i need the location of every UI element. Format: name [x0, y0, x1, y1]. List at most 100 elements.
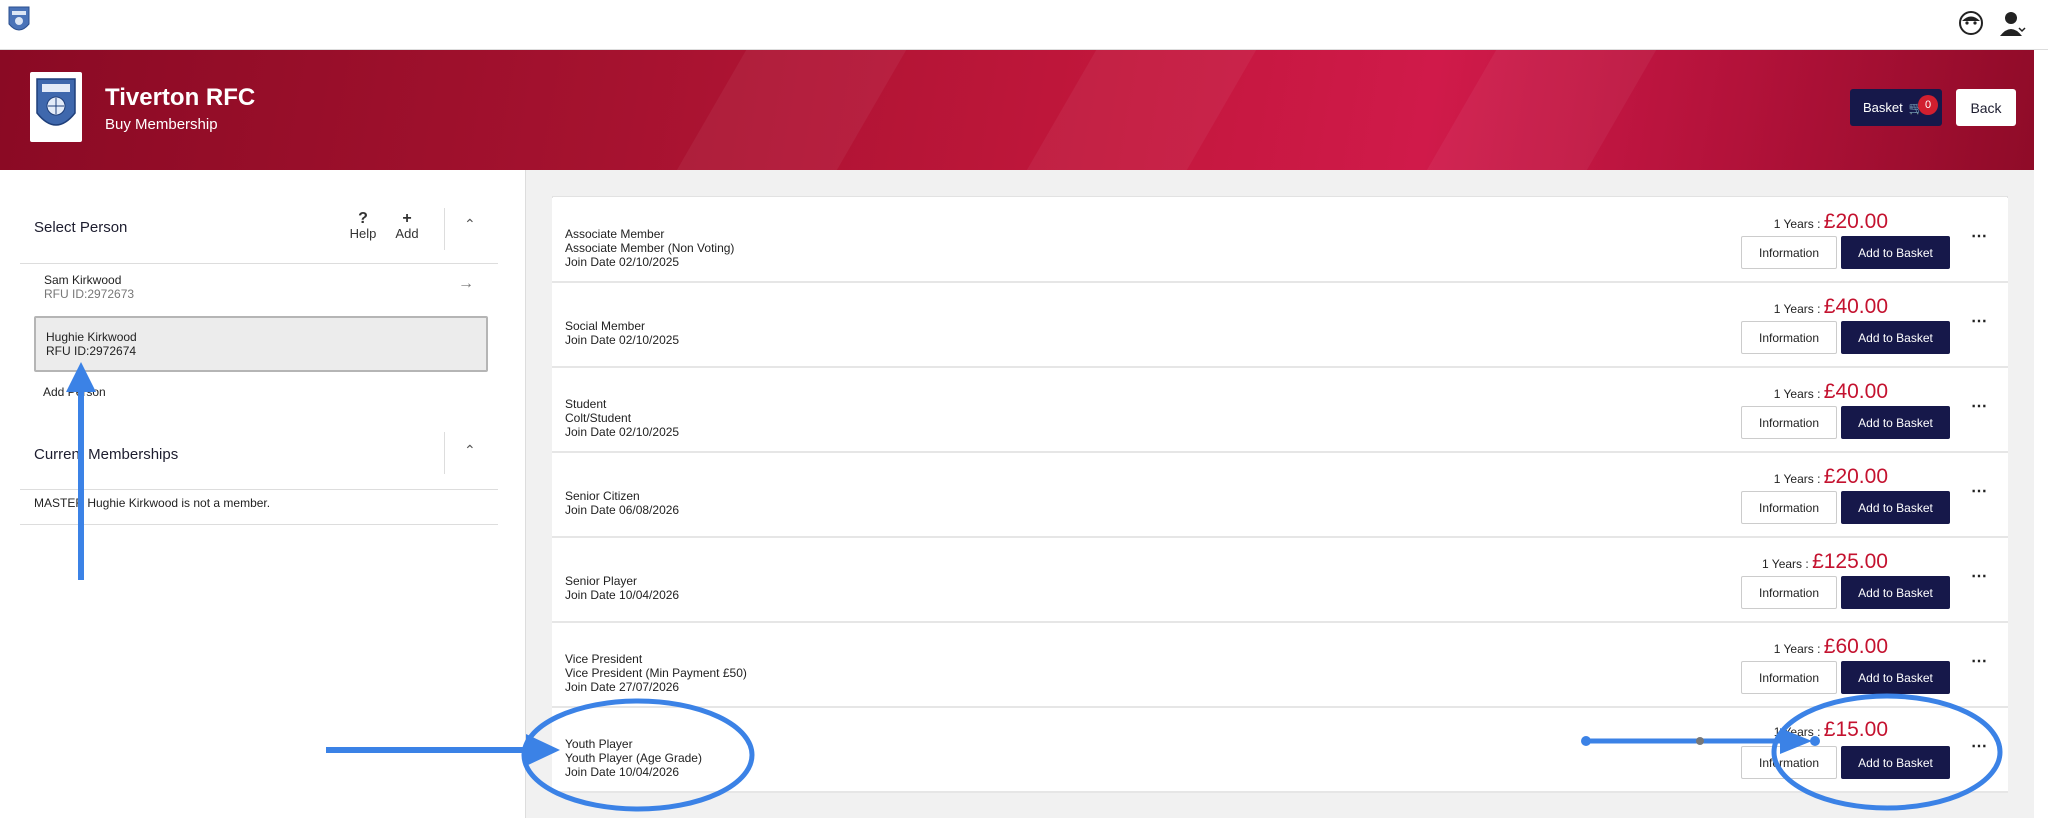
membership-subtitle: Associate Member (Non Voting) — [565, 241, 735, 255]
membership-duration: 1 Years : — [1773, 472, 1821, 486]
membership-title: Youth Player — [565, 737, 633, 751]
membership-join-date: Join Date 06/08/2026 — [565, 503, 680, 517]
membership-duration: 1 Years : — [1773, 642, 1821, 656]
ellipsis-icon[interactable]: ⋯ — [1971, 566, 1988, 586]
membership-title: Associate Member — [565, 227, 665, 241]
ellipsis-icon[interactable]: ⋯ — [1971, 736, 1988, 756]
question-icon: ? — [358, 210, 368, 227]
add-to-basket-button[interactable]: Add to Basket — [1841, 746, 1950, 779]
ellipsis-icon[interactable]: ⋯ — [1971, 481, 1988, 501]
header-banner: Tiverton RFC Buy Membership Basket 🛒 0 B… — [0, 50, 2034, 170]
membership-title: Vice President — [565, 652, 643, 666]
account-icon[interactable] — [1998, 8, 2028, 38]
membership-price: £20.00 — [1823, 465, 1888, 488]
select-person-label: Select Person — [34, 219, 128, 236]
membership-duration: 1 Years : — [1773, 725, 1821, 739]
add-person-link[interactable]: Add Person — [43, 385, 106, 399]
club-logo-icon[interactable] — [6, 4, 32, 38]
select-person-header: Select Person ? Help + Add ⌃ — [20, 190, 498, 264]
membership-price: £125.00 — [1812, 550, 1888, 573]
membership-subtitle: Youth Player (Age Grade) — [565, 751, 702, 765]
information-button[interactable]: Information — [1741, 321, 1837, 354]
membership-duration: 1 Years : — [1773, 387, 1821, 401]
information-button[interactable]: Information — [1741, 576, 1837, 609]
basket-label: Basket — [1863, 100, 1903, 115]
person-rfu-id: RFU ID:2972673 — [44, 287, 135, 301]
current-memberships-label: Current Memberships — [34, 446, 179, 463]
membership-title: Senior Player — [565, 574, 638, 588]
information-button[interactable]: Information — [1741, 236, 1837, 269]
membership-row: Social Member Join Date 02/10/2025 1 Years… — [552, 283, 2008, 368]
add-label: Add — [395, 226, 419, 241]
membership-price-line: 1 Years : £15.00 — [1774, 718, 1888, 742]
divider — [444, 208, 445, 250]
membership-price-line: 1 Years : £40.00 — [1774, 295, 1888, 319]
add-to-basket-button[interactable]: Add to Basket — [1841, 321, 1950, 354]
membership-row: Senior Citizen Join Date 06/08/2026 1 Year… — [552, 453, 2008, 538]
basket-count-badge: 0 — [1918, 95, 1938, 115]
ellipsis-icon[interactable]: ⋯ — [1971, 311, 1988, 331]
membership-join-date: Join Date 27/07/2026 — [565, 680, 680, 694]
person-rfu-id: RFU ID:2972674 — [46, 344, 137, 358]
ellipsis-icon[interactable]: ⋯ — [1971, 651, 1988, 671]
membership-join-date: Join Date 10/04/2026 — [565, 765, 680, 779]
information-button[interactable]: Information — [1741, 406, 1837, 439]
information-button[interactable]: Information — [1741, 661, 1837, 694]
membership-price-line: 1 Years : £60.00 — [1774, 635, 1888, 659]
membership-subtitle: Colt/Student — [565, 411, 632, 425]
person-name: Sam Kirkwood — [44, 273, 122, 287]
membership-row: Associate Member Associate Member (Non Vo… — [552, 198, 2008, 283]
person-name: Hughie Kirkwood — [46, 330, 137, 344]
top-bar — [0, 0, 2048, 50]
add-to-basket-button[interactable]: Add to Basket — [1841, 406, 1950, 439]
membership-price: £60.00 — [1823, 635, 1888, 658]
membership-row: Student Colt/Student Join Date 02/10/2025 1… — [552, 368, 2008, 453]
membership-price-line: 1 Years : £40.00 — [1774, 380, 1888, 404]
membership-price-line: 1 Years : £20.00 — [1774, 210, 1888, 234]
membership-join-date: Join Date 02/10/2025 — [565, 255, 680, 269]
membership-price-line: 1 Years : £125.00 — [1762, 550, 1888, 574]
add-to-basket-button[interactable]: Add to Basket — [1841, 661, 1950, 694]
add-to-basket-button[interactable]: Add to Basket — [1841, 491, 1950, 524]
banner-stripe — [630, 50, 930, 170]
divider — [20, 524, 498, 525]
banner-stripe — [980, 50, 1280, 170]
page-subtitle: Buy Membership — [105, 116, 218, 133]
back-button[interactable]: Back — [1956, 89, 2016, 126]
membership-status-text: MASTER Hughie Kirkwood is not a member. — [34, 496, 271, 510]
membership-price: £40.00 — [1823, 380, 1888, 403]
ellipsis-icon[interactable]: ⋯ — [1971, 226, 1988, 246]
ellipsis-icon[interactable]: ⋯ — [1971, 396, 1988, 416]
plus-icon: + — [402, 210, 412, 227]
club-crest-icon — [30, 72, 82, 142]
current-memberships-header: Current Memberships ⌃ — [20, 416, 498, 490]
person-item-sam[interactable]: Sam Kirkwood RFU ID:2972673 → — [34, 261, 488, 315]
membership-join-date: Join Date 10/04/2026 — [565, 588, 680, 602]
information-button[interactable]: Information — [1741, 746, 1837, 779]
membership-price: £15.00 — [1823, 718, 1888, 741]
membership-row: Senior Player Join Date 10/04/2026 1 Years… — [552, 538, 2008, 623]
membership-title: Student — [565, 397, 607, 411]
support-face-icon[interactable] — [1956, 8, 1986, 38]
membership-duration: 1 Years : — [1762, 557, 1809, 571]
help-button[interactable]: ? Help — [348, 210, 378, 241]
information-button[interactable]: Information — [1741, 491, 1837, 524]
arrow-right-icon: → — [458, 275, 474, 292]
add-to-basket-button[interactable]: Add to Basket — [1841, 576, 1950, 609]
membership-join-date: Join Date 02/10/2025 — [565, 333, 680, 347]
chevron-up-icon[interactable]: ⌃ — [464, 442, 476, 459]
membership-row: Vice President Vice President (Min Paymen… — [552, 623, 2008, 708]
membership-join-date: Join Date 02/10/2025 — [565, 425, 680, 439]
add-person-button[interactable]: + Add — [392, 210, 422, 241]
person-item-hughie[interactable]: Hughie Kirkwood RFU ID:2972674 — [34, 316, 488, 372]
membership-price-line: 1 Years : £20.00 — [1774, 465, 1888, 489]
membership-row: Youth Player Youth Player (Age Grade) Join… — [552, 708, 2008, 793]
membership-duration: 1 Years : — [1773, 302, 1821, 316]
chevron-up-icon[interactable]: ⌃ — [464, 216, 476, 233]
add-to-basket-button[interactable]: Add to Basket — [1841, 236, 1950, 269]
banner-stripe — [1380, 50, 1680, 170]
membership-title: Social Member — [565, 319, 646, 333]
membership-price: £20.00 — [1823, 210, 1888, 233]
membership-subtitle: Vice President (Min Payment £50) — [565, 666, 747, 680]
membership-price: £40.00 — [1823, 295, 1888, 318]
